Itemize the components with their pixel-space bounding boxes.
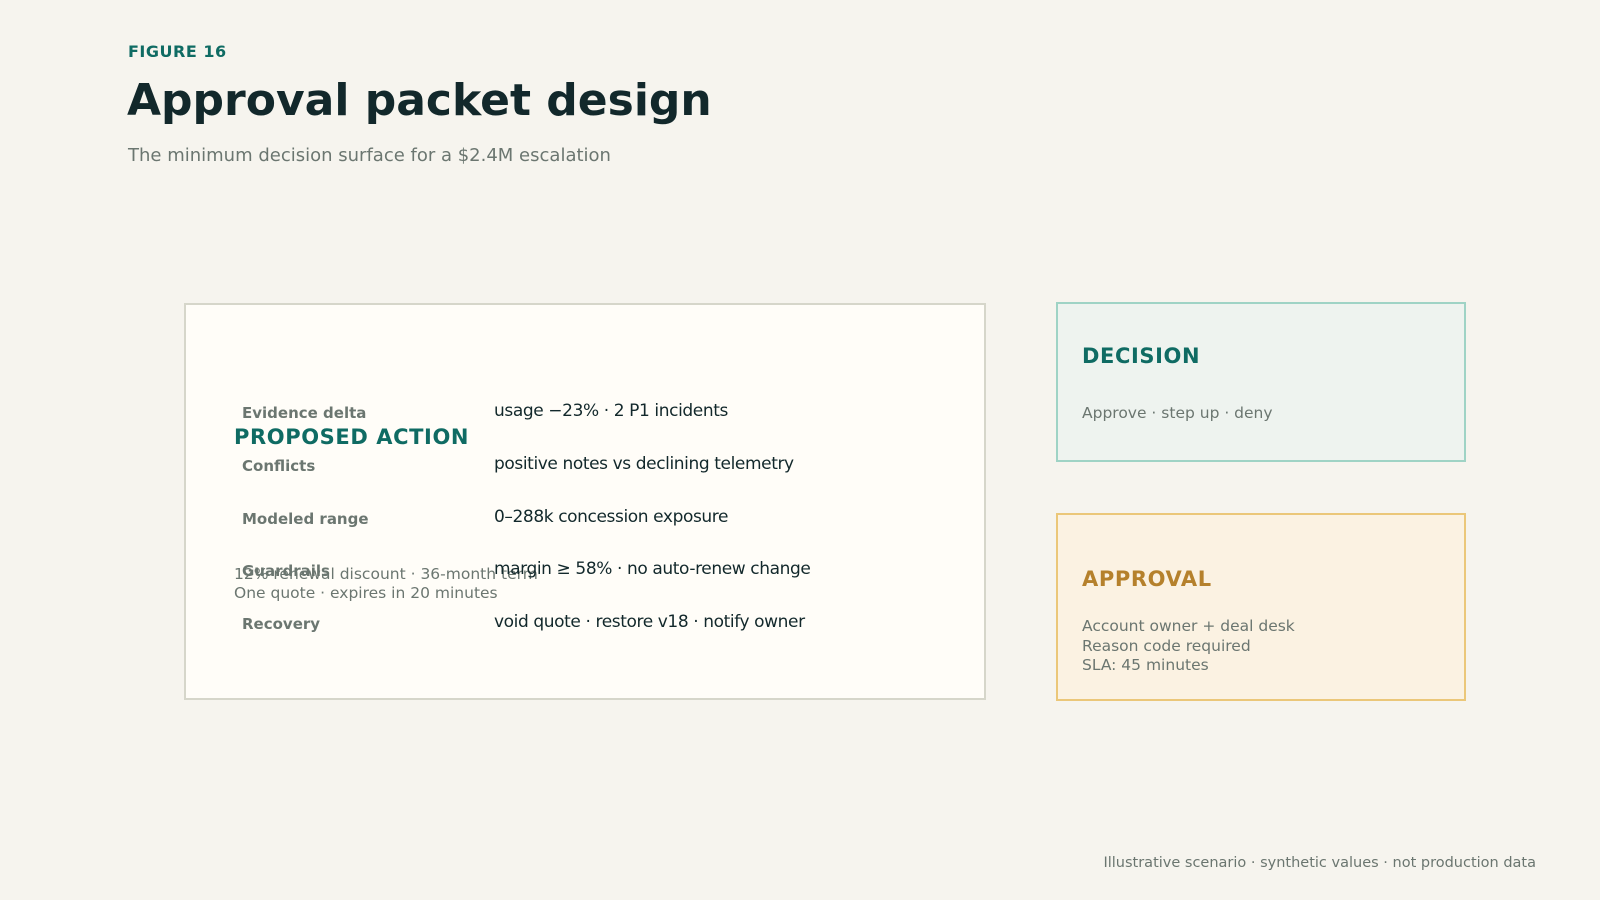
evidence-label: Conflicts xyxy=(242,457,316,475)
evidence-value: usage −23% · 2 P1 incidents xyxy=(494,401,728,421)
footnote: Illustrative scenario · synthetic values… xyxy=(1103,855,1536,871)
decision-heading: DECISION xyxy=(1082,344,1201,368)
decision-options: Approve · step up · deny xyxy=(1082,404,1273,424)
approval-line: Account owner + deal desk xyxy=(1082,617,1295,635)
evidence-row-guardrails: Guardrails margin ≥ 58% · no auto-renew … xyxy=(242,559,962,581)
evidence-value: void quote · restore v18 · notify owner xyxy=(494,612,805,632)
approval-line: SLA: 45 minutes xyxy=(1082,656,1209,674)
evidence-label: Evidence delta xyxy=(242,404,367,422)
decision-line: Approve · step up · deny xyxy=(1082,404,1273,422)
evidence-row-recovery: Recovery void quote · restore v18 · noti… xyxy=(242,612,962,634)
approval-requirements: Account owner + deal desk Reason code re… xyxy=(1082,617,1295,676)
proposed-action-line: One quote · expires in 20 minutes xyxy=(234,584,498,602)
page-subtitle: The minimum decision surface for a $2.4M… xyxy=(128,145,611,166)
evidence-row-evidence-delta: Evidence delta usage −23% · 2 P1 inciden… xyxy=(242,401,962,423)
evidence-label: Guardrails xyxy=(242,562,330,580)
decision-card: DECISION Approve · step up · deny xyxy=(1056,302,1466,462)
page-title: Approval packet design xyxy=(127,75,712,126)
evidence-label: Recovery xyxy=(242,615,321,633)
evidence-value: 0–288k concession exposure xyxy=(494,507,729,527)
approval-card: APPROVAL Account owner + deal desk Reaso… xyxy=(1056,513,1466,701)
evidence-row-modeled-range: Modeled range 0–288k concession exposure xyxy=(242,507,962,529)
evidence-label: Modeled range xyxy=(242,510,369,528)
evidence-value: positive notes vs declining telemetry xyxy=(494,454,794,474)
figure-label: FIGURE 16 xyxy=(128,42,227,61)
evidence-value: margin ≥ 58% · no auto-renew change xyxy=(494,559,811,579)
evidence-row-conflicts: Conflicts positive notes vs declining te… xyxy=(242,454,962,476)
proposed-action-card: PROPOSED ACTION 12% renewal discount · 3… xyxy=(184,303,986,700)
approval-heading: APPROVAL xyxy=(1082,567,1212,591)
proposed-action-heading: PROPOSED ACTION xyxy=(234,425,470,449)
approval-line: Reason code required xyxy=(1082,636,1251,655)
